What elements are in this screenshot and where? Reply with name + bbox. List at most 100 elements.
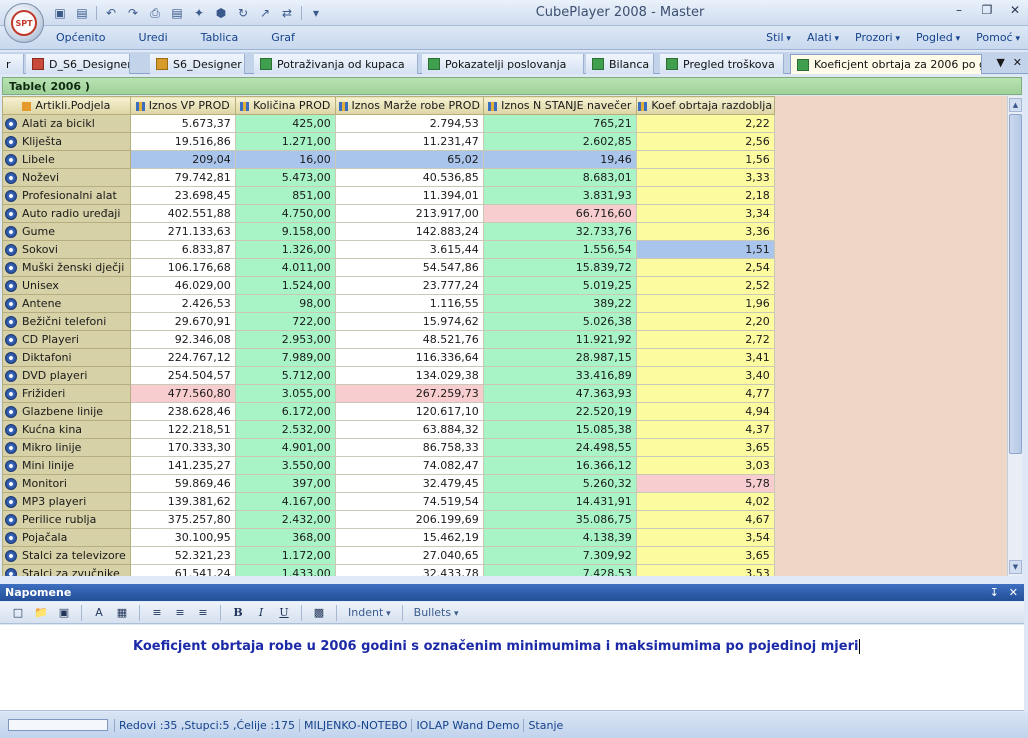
export-icon[interactable]: ↗ (255, 4, 275, 22)
save-as-icon[interactable]: ▤ (72, 4, 92, 22)
scroll-up-icon[interactable]: ▲ (1009, 98, 1022, 112)
tab-pokazatelji[interactable]: Pokazatelji poslovanja (422, 54, 584, 74)
row-header[interactable]: Stalci za zvučnike (2, 564, 131, 576)
table-cell[interactable]: 19.516,86 (129, 132, 236, 151)
table-cell[interactable]: 3,40 (635, 366, 775, 385)
table-cell[interactable]: 4.901,00 (234, 438, 336, 457)
connect-icon[interactable]: ⇄ (277, 4, 297, 22)
table-cell[interactable]: 16,00 (234, 150, 336, 169)
table-cell[interactable]: 9.158,00 (234, 222, 336, 241)
save-icon[interactable]: ▣ (54, 604, 74, 622)
row-header[interactable]: Pojačala (2, 528, 131, 547)
table-cell[interactable]: 134.029,38 (334, 366, 484, 385)
table-cell[interactable]: 3.615,44 (334, 240, 484, 259)
table-cell[interactable]: 4.138,39 (482, 528, 637, 547)
table-cell[interactable]: 765,21 (482, 114, 637, 133)
table-cell[interactable]: 5.019,25 (482, 276, 637, 295)
row-header[interactable]: Perilice rublja (2, 510, 131, 529)
measure-header[interactable]: Koef obrtaja razdoblja (635, 96, 775, 115)
row-header[interactable]: Mini linije (2, 456, 131, 475)
table-cell[interactable]: 3,34 (635, 204, 775, 223)
new-note-icon[interactable]: □ (8, 604, 28, 622)
table-cell[interactable]: 170.333,30 (129, 438, 236, 457)
table-cell[interactable]: 92.346,08 (129, 330, 236, 349)
row-header[interactable]: Antene (2, 294, 131, 313)
table-cell[interactable]: 15.462,19 (334, 528, 484, 547)
table-cell[interactable]: 213.917,00 (334, 204, 484, 223)
italic-icon[interactable]: I (251, 604, 271, 622)
table-cell[interactable]: 3.550,00 (234, 456, 336, 475)
table-cell[interactable]: 402.551,88 (129, 204, 236, 223)
table-cell[interactable]: 209,04 (129, 150, 236, 169)
table-cell[interactable]: 6.833,87 (129, 240, 236, 259)
menu-tablica[interactable]: Tablica (201, 31, 239, 44)
table-cell[interactable]: 425,00 (234, 114, 336, 133)
row-header[interactable]: Kućna kina (2, 420, 131, 439)
table-cell[interactable]: 27.040,65 (334, 546, 484, 565)
table-cell[interactable]: 11.394,01 (334, 186, 484, 205)
table-cell[interactable]: 29.670,91 (129, 312, 236, 331)
wand-icon[interactable]: ✦ (189, 4, 209, 22)
table-cell[interactable]: 4.167,00 (234, 492, 336, 511)
table-cell[interactable]: 3,33 (635, 168, 775, 187)
tab-potrazivanja[interactable]: Potraživanja od kupaca (254, 54, 418, 74)
bullets-dropdown[interactable]: Bullets (410, 606, 463, 619)
table-cell[interactable]: 79.742,81 (129, 168, 236, 187)
table-cell[interactable]: 15.839,72 (482, 258, 637, 277)
table-cell[interactable]: 5.473,00 (234, 168, 336, 187)
dimension-header[interactable]: Artikli.Podjela (2, 96, 131, 115)
table-cell[interactable]: 224.767,12 (129, 348, 236, 367)
table-cell[interactable]: 2,20 (635, 312, 775, 331)
table-cell[interactable]: 141.235,27 (129, 456, 236, 475)
row-header[interactable]: Glazbene linije (2, 402, 131, 421)
table-cell[interactable]: 98,00 (234, 294, 336, 313)
chart-icon[interactable]: ▤ (167, 4, 187, 22)
row-header[interactable]: Monitori (2, 474, 131, 493)
table-cell[interactable]: 851,00 (234, 186, 336, 205)
table-cell[interactable]: 86.758,33 (334, 438, 484, 457)
tab-bilanca[interactable]: Bilanca (586, 54, 654, 74)
measure-header[interactable]: Količina PROD (234, 96, 336, 115)
pin-icon[interactable]: ↧ (990, 586, 999, 599)
close-notes-icon[interactable]: ✕ (1009, 586, 1018, 599)
row-header[interactable]: Diktafoni (2, 348, 131, 367)
row-header[interactable]: Noževi (2, 168, 131, 187)
menu-pomoc[interactable]: Pomoć (976, 31, 1020, 44)
table-cell[interactable]: 32.433,78 (334, 564, 484, 576)
print-icon[interactable]: ⎙ (145, 4, 165, 22)
table-cell[interactable]: 238.628,46 (129, 402, 236, 421)
table-cell[interactable]: 15.974,62 (334, 312, 484, 331)
table-cell[interactable]: 4,02 (635, 492, 775, 511)
table-cell[interactable]: 4,77 (635, 384, 775, 403)
table-cell[interactable]: 40.536,85 (334, 168, 484, 187)
table-cell[interactable]: 59.869,46 (129, 474, 236, 493)
table-cell[interactable]: 2.602,85 (482, 132, 637, 151)
table-cell[interactable]: 16.366,12 (482, 456, 637, 475)
scroll-down-icon[interactable]: ▼ (1009, 560, 1022, 574)
table-cell[interactable]: 267.259,73 (334, 384, 484, 403)
menu-prozori[interactable]: Prozori (855, 31, 900, 44)
table-cell[interactable]: 11.921,92 (482, 330, 637, 349)
underline-icon[interactable]: U (274, 604, 294, 622)
table-cell[interactable]: 4,37 (635, 420, 775, 439)
notes-editor[interactable]: Koeficjent obrtaja robe u 2006 godini s … (0, 625, 1024, 711)
table-cell[interactable]: 52.321,23 (129, 546, 236, 565)
table-cell[interactable]: 2,18 (635, 186, 775, 205)
align-left-icon[interactable]: ≡ (147, 604, 167, 622)
table-insert-icon[interactable]: ▦ (112, 604, 132, 622)
tab-pregled-troskova[interactable]: Pregled troškova (660, 54, 784, 74)
table-cell[interactable]: 2,72 (635, 330, 775, 349)
undo-icon[interactable]: ↶ (101, 4, 121, 22)
vertical-scrollbar[interactable]: ▲ ▼ (1007, 96, 1022, 576)
table-cell[interactable]: 7.989,00 (234, 348, 336, 367)
table-cell[interactable]: 139.381,62 (129, 492, 236, 511)
table-cell[interactable]: 122.218,51 (129, 420, 236, 439)
table-cell[interactable]: 3,36 (635, 222, 775, 241)
table-cell[interactable]: 397,00 (234, 474, 336, 493)
bold-icon[interactable]: B (228, 604, 248, 622)
table-cell[interactable]: 2.953,00 (234, 330, 336, 349)
tab-koeficjent-obrtaja[interactable]: Koeficjent obrtaja za 2006 po g... (790, 54, 982, 74)
refresh-icon[interactable]: ↻ (233, 4, 253, 22)
scroll-thumb[interactable] (1009, 114, 1022, 454)
table-cell[interactable]: 74.519,54 (334, 492, 484, 511)
